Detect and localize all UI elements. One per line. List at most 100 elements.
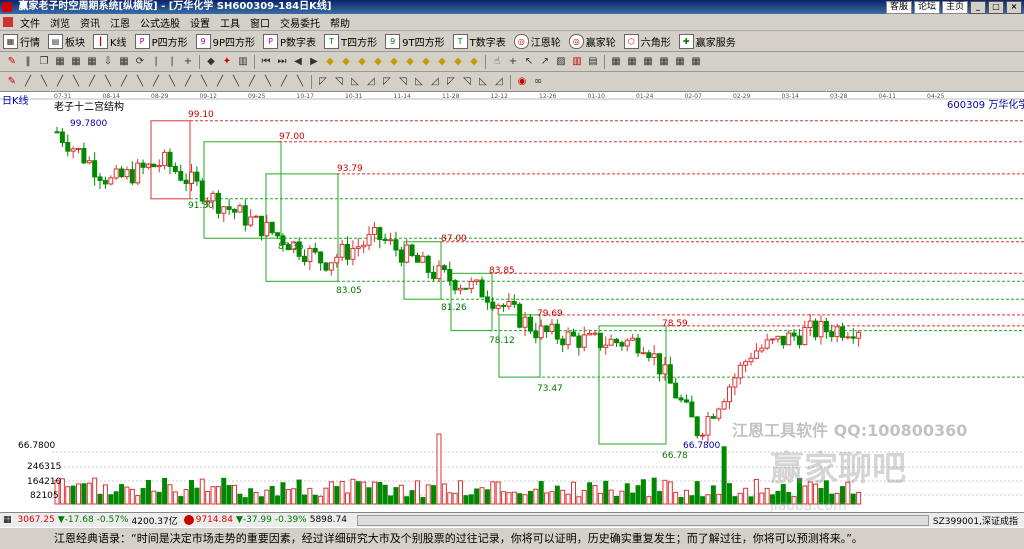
table-icon[interactable]: ▦ — [673, 55, 687, 69]
color-wheel-icon[interactable]: ◉ — [515, 75, 529, 89]
table-icon[interactable]: ▦ — [609, 55, 623, 69]
line-icon[interactable]: ╱ — [277, 75, 291, 89]
chart-icon[interactable]: ▥ — [236, 55, 250, 69]
copy-icon[interactable]: ❐ — [37, 55, 51, 69]
service-link[interactable]: 客服 — [885, 1, 912, 14]
menu-info[interactable]: 资讯 — [75, 15, 105, 30]
diamond-icon[interactable]: ◆ — [339, 55, 353, 69]
table-icon[interactable]: ▦ — [641, 55, 655, 69]
diamond-icon[interactable]: ◆ — [387, 55, 401, 69]
diamond-icon[interactable]: ◆ — [451, 55, 465, 69]
crosshair-icon[interactable]: + — [506, 55, 520, 69]
menu-tools[interactable]: 工具 — [215, 15, 245, 30]
toolbar-9p-square[interactable]: 9 9P四方形 — [195, 33, 255, 49]
first-icon[interactable]: ⏮ — [259, 55, 273, 69]
tab-scroll[interactable]: ▦ — [3, 515, 12, 525]
fan-icon[interactable]: ◿ — [364, 75, 378, 89]
toolbar-p-square[interactable]: P P四方形 — [134, 33, 188, 49]
close-icon[interactable]: × — [1006, 1, 1022, 14]
bars-icon[interactable]: ‖ — [21, 55, 35, 69]
down-arrow-icon[interactable]: ⇩ — [101, 55, 115, 69]
table-icon[interactable]: ▦ — [689, 55, 703, 69]
toolbar-hexagon[interactable]: ⬡ 六角形 — [623, 33, 671, 49]
diamond-icon[interactable]: ◆ — [435, 55, 449, 69]
diamond-icon[interactable]: ◆ — [467, 55, 481, 69]
infinity-icon[interactable]: ∞ — [531, 75, 545, 89]
horizontal-scrollbar[interactable] — [356, 514, 929, 526]
toolbar-p-table[interactable]: P P数字表 — [263, 33, 316, 49]
last-icon[interactable]: ⏭ — [275, 55, 289, 69]
fan-icon[interactable]: ◺ — [476, 75, 490, 89]
line-icon[interactable]: ╲ — [197, 75, 211, 89]
fan-icon[interactable]: ◹ — [460, 75, 474, 89]
line-icon[interactable]: ╱ — [245, 75, 259, 89]
left-icon[interactable]: ◀ — [291, 55, 305, 69]
market-selector[interactable]: SZ399001,深证成指 — [933, 514, 1018, 527]
toolbar-blocks[interactable]: ▤ 板块 — [48, 33, 85, 49]
fan-icon[interactable]: ◹ — [396, 75, 410, 89]
menu-browse[interactable]: 浏览 — [45, 15, 75, 30]
menu-window[interactable]: 窗口 — [245, 15, 275, 30]
toolbar-gann-wheel[interactable]: ◎ 江恩轮 — [513, 33, 561, 49]
menu-trade[interactable]: 交易委托 — [275, 15, 325, 30]
diamond-icon[interactable]: ◆ — [355, 55, 369, 69]
sz-index[interactable]: 9714.84 ▼-37.99 -0.39% 5898.74 — [183, 515, 347, 525]
line-icon[interactable]: ╱ — [149, 75, 163, 89]
hand-icon[interactable]: ☝ — [490, 55, 504, 69]
sh-index[interactable]: 3067.25 ▼-17.68 -0.57% 4200.37亿 — [18, 514, 178, 527]
pen-icon[interactable]: ✎ — [5, 75, 19, 89]
menu-gann[interactable]: 江恩 — [105, 15, 135, 30]
line-icon[interactable]: ╱ — [181, 75, 195, 89]
fan-icon[interactable]: ◺ — [412, 75, 426, 89]
diamond-icon[interactable]: ◆ — [204, 55, 218, 69]
fan-icon[interactable]: ◺ — [348, 75, 362, 89]
vertical-line-icon[interactable]: | — [149, 55, 163, 69]
toolbar-quotes[interactable]: ▦ 行情 — [3, 33, 40, 49]
toolbar-t-table[interactable]: T T数字表 — [452, 33, 506, 49]
diamond-icon[interactable]: ◆ — [419, 55, 433, 69]
chart-icon[interactable]: ▥ — [570, 55, 584, 69]
cursor-icon[interactable]: ↗ — [538, 55, 552, 69]
table-icon[interactable]: ▦ — [657, 55, 671, 69]
line-icon[interactable]: ╲ — [229, 75, 243, 89]
line-icon[interactable]: ╱ — [213, 75, 227, 89]
diamond-icon[interactable]: ◆ — [403, 55, 417, 69]
line-icon[interactable]: ╲ — [37, 75, 51, 89]
fan-icon[interactable]: ◹ — [332, 75, 346, 89]
cursor-icon[interactable]: ↖ — [522, 55, 536, 69]
fan-icon[interactable]: ◿ — [428, 75, 442, 89]
diamond-icon[interactable]: ◆ — [371, 55, 385, 69]
right-icon[interactable]: ▶ — [307, 55, 321, 69]
line-icon[interactable]: ╲ — [293, 75, 307, 89]
table-icon[interactable]: ▦ — [117, 55, 131, 69]
kline-chart[interactable]: 07-31 08-14 08-29 09-12 09-25 10-17 10-31 11-14… — [0, 91, 1024, 513]
menu-formula[interactable]: 公式选股 — [135, 15, 185, 30]
line-icon[interactable]: ╱ — [21, 75, 35, 89]
fan-icon[interactable]: ◸ — [380, 75, 394, 89]
diamond-icon[interactable]: ◆ — [323, 55, 337, 69]
toolbar-winner-wheel[interactable]: ◎ 赢家轮 — [568, 33, 616, 49]
fan-icon[interactable]: ◸ — [444, 75, 458, 89]
menu-file[interactable]: 文件 — [15, 15, 45, 30]
minimize-icon[interactable]: _ — [970, 1, 986, 14]
star-icon[interactable]: ✦ — [220, 55, 234, 69]
toolbar-t-square[interactable]: T T四方形 — [324, 33, 377, 49]
sync-icon[interactable]: ⟳ — [133, 55, 147, 69]
forum-link[interactable]: 论坛 — [913, 1, 940, 14]
table-icon[interactable]: ▦ — [625, 55, 639, 69]
table-icon[interactable]: ▦ — [69, 55, 83, 69]
line-icon[interactable]: ╱ — [53, 75, 67, 89]
vertical-line-icon[interactable]: | — [165, 55, 179, 69]
line-icon[interactable]: ╱ — [85, 75, 99, 89]
line-icon[interactable]: ╱ — [117, 75, 131, 89]
line-icon[interactable]: ╲ — [261, 75, 275, 89]
pen-icon[interactable]: ✎ — [5, 55, 19, 69]
toolbar-kline[interactable]: ┃ K线 — [93, 33, 127, 49]
maximize-icon[interactable]: □ — [988, 1, 1004, 14]
line-icon[interactable]: ╲ — [101, 75, 115, 89]
plus-icon[interactable]: + — [181, 55, 195, 69]
home-link[interactable]: 主页 — [941, 1, 968, 14]
fan-icon[interactable]: ◿ — [492, 75, 506, 89]
table-icon[interactable]: ▦ — [85, 55, 99, 69]
kline-chart-svg[interactable]: 07-31 08-14 08-29 09-12 09-25 10-17 10-31 11-14… — [0, 92, 1024, 513]
